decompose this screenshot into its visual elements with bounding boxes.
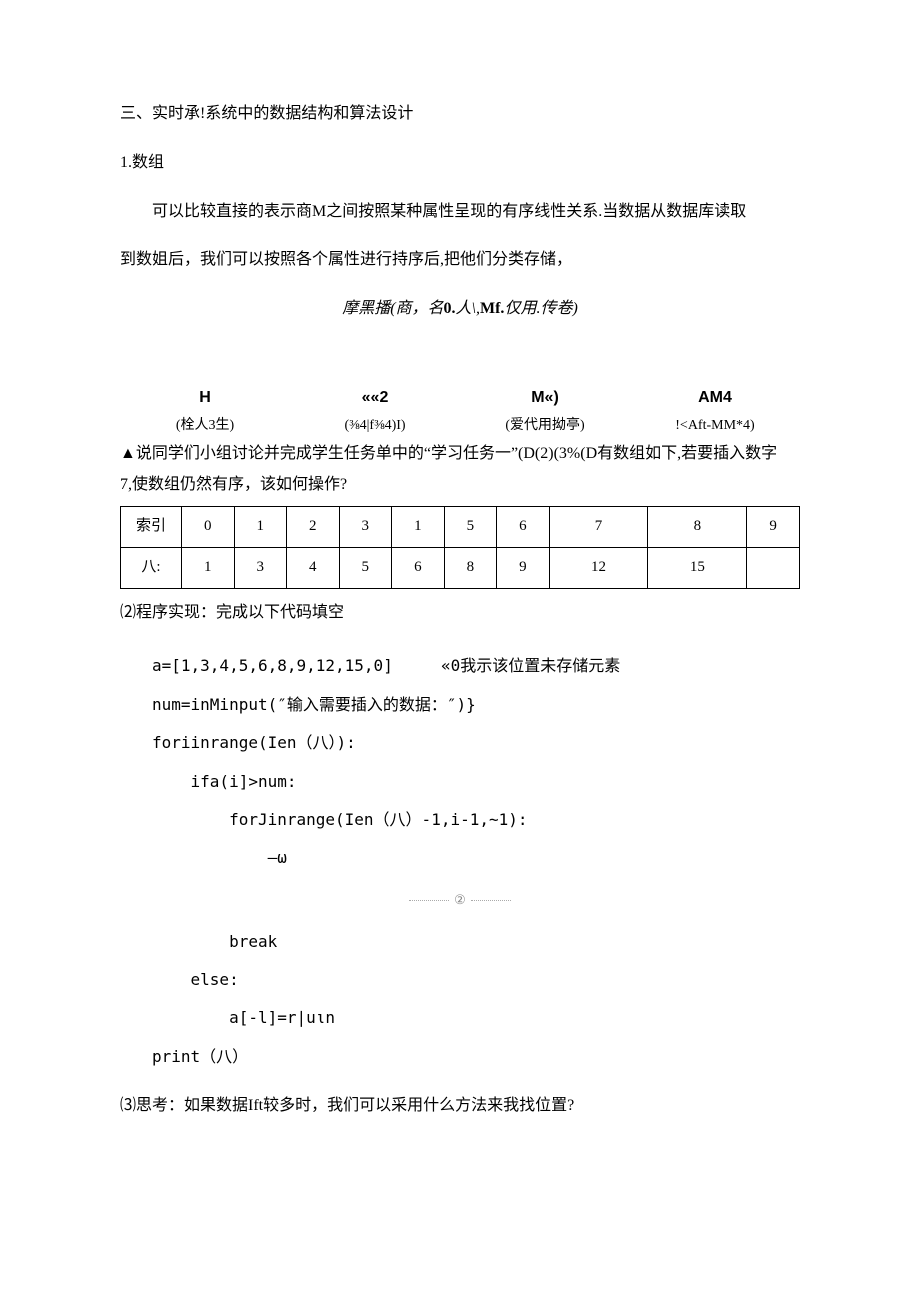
italic-mid: 人\, xyxy=(456,300,480,317)
task-line2: 7,使数组仍然有序，该如何操作? xyxy=(120,471,800,500)
cell: 6 xyxy=(392,547,445,588)
code-line-1a: a=[1,3,4,5,6,8,9,12,15,0] xyxy=(152,656,393,675)
cell: 0 xyxy=(182,506,235,547)
col-1-bottom: (栓人3生) xyxy=(120,413,290,438)
col-3-top: M«) xyxy=(460,384,630,413)
col-2: ««2 (⅜4|f⅜4)I) xyxy=(290,384,460,438)
table-row: 索引 0 1 2 3 1 5 6 7 8 9 xyxy=(121,506,800,547)
italic-post: 仅用.传卷) xyxy=(504,300,577,317)
cell: 12 xyxy=(549,547,648,588)
cell: 6 xyxy=(497,506,550,547)
subsection-heading: 1.数组 xyxy=(120,149,800,178)
col-1: H (栓人3生) xyxy=(120,384,290,438)
fill-blank-2-wrap: ② xyxy=(120,886,800,915)
blank-underline-left xyxy=(409,900,449,901)
code-line-1b: «0我示该位置未存储元素 xyxy=(441,656,620,675)
cell: 1 xyxy=(182,547,235,588)
cell: 5 xyxy=(339,547,392,588)
italic-bold2: Mf. xyxy=(480,300,504,317)
col-4: AM4 !<Aft-MM*4) xyxy=(630,384,800,438)
col-3: M«) (爱代用拗亭) xyxy=(460,384,630,438)
paragraph-1-line2: 到数姐后，我们可以按照各个属性进行持序后,把他们分类存储， xyxy=(120,246,800,275)
cell: 15 xyxy=(648,547,747,588)
cell: 4 xyxy=(287,547,340,588)
code-block-2: break else: a[-l]=r∣uιn print（八） xyxy=(152,923,800,1077)
col-4-top: AM4 xyxy=(630,384,800,413)
col-3-bottom: (爱代用拗亭) xyxy=(460,413,630,438)
italic-bold1: 0. xyxy=(444,300,456,317)
section-2-heading: ⑵程序实现：完成以下代码填空 xyxy=(120,599,800,628)
code-line-7: break xyxy=(229,932,277,951)
paragraph-1-line1: 可以比较直接的表示商M之间按照某种属性呈现的有序线性关系.当数据从数据库读取 xyxy=(120,198,800,227)
task-line1: ▲说同学们小组讨论并完成学生任务单中的“学习任务一”(D(2)(3%(D有数组如… xyxy=(120,440,800,469)
col-2-bottom: (⅜4|f⅜4)I) xyxy=(290,413,460,438)
code-line-9: a[-l]=r∣uιn xyxy=(229,1008,335,1027)
code-line-4: ifa(i]>num: xyxy=(191,772,297,791)
section-heading: 三、实时承!系统中的数据结构和算法设计 xyxy=(120,100,800,129)
cell: 3 xyxy=(339,506,392,547)
fill-blank-2: ② xyxy=(409,888,511,911)
code-line-6: —ω xyxy=(268,848,287,867)
cell: 5 xyxy=(444,506,497,547)
cell: 2 xyxy=(287,506,340,547)
italic-pre: 摩黑播(商，名 xyxy=(342,300,443,317)
section-3-heading: ⑶思考：如果数据Ift较多时，我们可以采用什么方法来我找位置? xyxy=(120,1092,800,1121)
col-4-bottom: !<Aft-MM*4) xyxy=(630,413,800,438)
blank-underline-right xyxy=(471,900,511,901)
cell: 8 xyxy=(444,547,497,588)
index-value-table: 索引 0 1 2 3 1 5 6 7 8 9 八: 1 3 4 5 6 8 9 … xyxy=(120,506,800,589)
code-line-5: forJinrange(Ien（八）-1,i-1,~1): xyxy=(229,810,527,829)
cell: 3 xyxy=(234,547,287,588)
cell: 1 xyxy=(234,506,287,547)
col-1-top: H xyxy=(120,384,290,413)
row1-label: 索引 xyxy=(121,506,182,547)
cell xyxy=(747,547,800,588)
cell: 9 xyxy=(747,506,800,547)
code-line-8: else: xyxy=(191,970,239,989)
cell: 1 xyxy=(392,506,445,547)
code-block: a=[1,3,4,5,6,8,9,12,15,0] «0我示该位置未存储元素 n… xyxy=(152,647,800,877)
centered-italic-line: 摩黑播(商，名0.人\,Mf.仅用.传卷) xyxy=(120,295,800,324)
cell: 7 xyxy=(549,506,648,547)
table-row: 八: 1 3 4 5 6 8 9 12 15 xyxy=(121,547,800,588)
code-line-3: foriinrange(Ien（八）): xyxy=(152,733,356,752)
cell: 9 xyxy=(497,547,550,588)
blank-number-2: ② xyxy=(454,888,466,911)
row2-label: 八: xyxy=(121,547,182,588)
four-column-row: H (栓人3生) ««2 (⅜4|f⅜4)I) M«) (爱代用拗亭) AM4 … xyxy=(120,384,800,438)
code-line-10: print（八） xyxy=(152,1047,248,1066)
code-line-2: num=inMinput(″输入需要插入的数据：″)} xyxy=(152,695,476,714)
col-2-top: ««2 xyxy=(290,384,460,413)
cell: 8 xyxy=(648,506,747,547)
